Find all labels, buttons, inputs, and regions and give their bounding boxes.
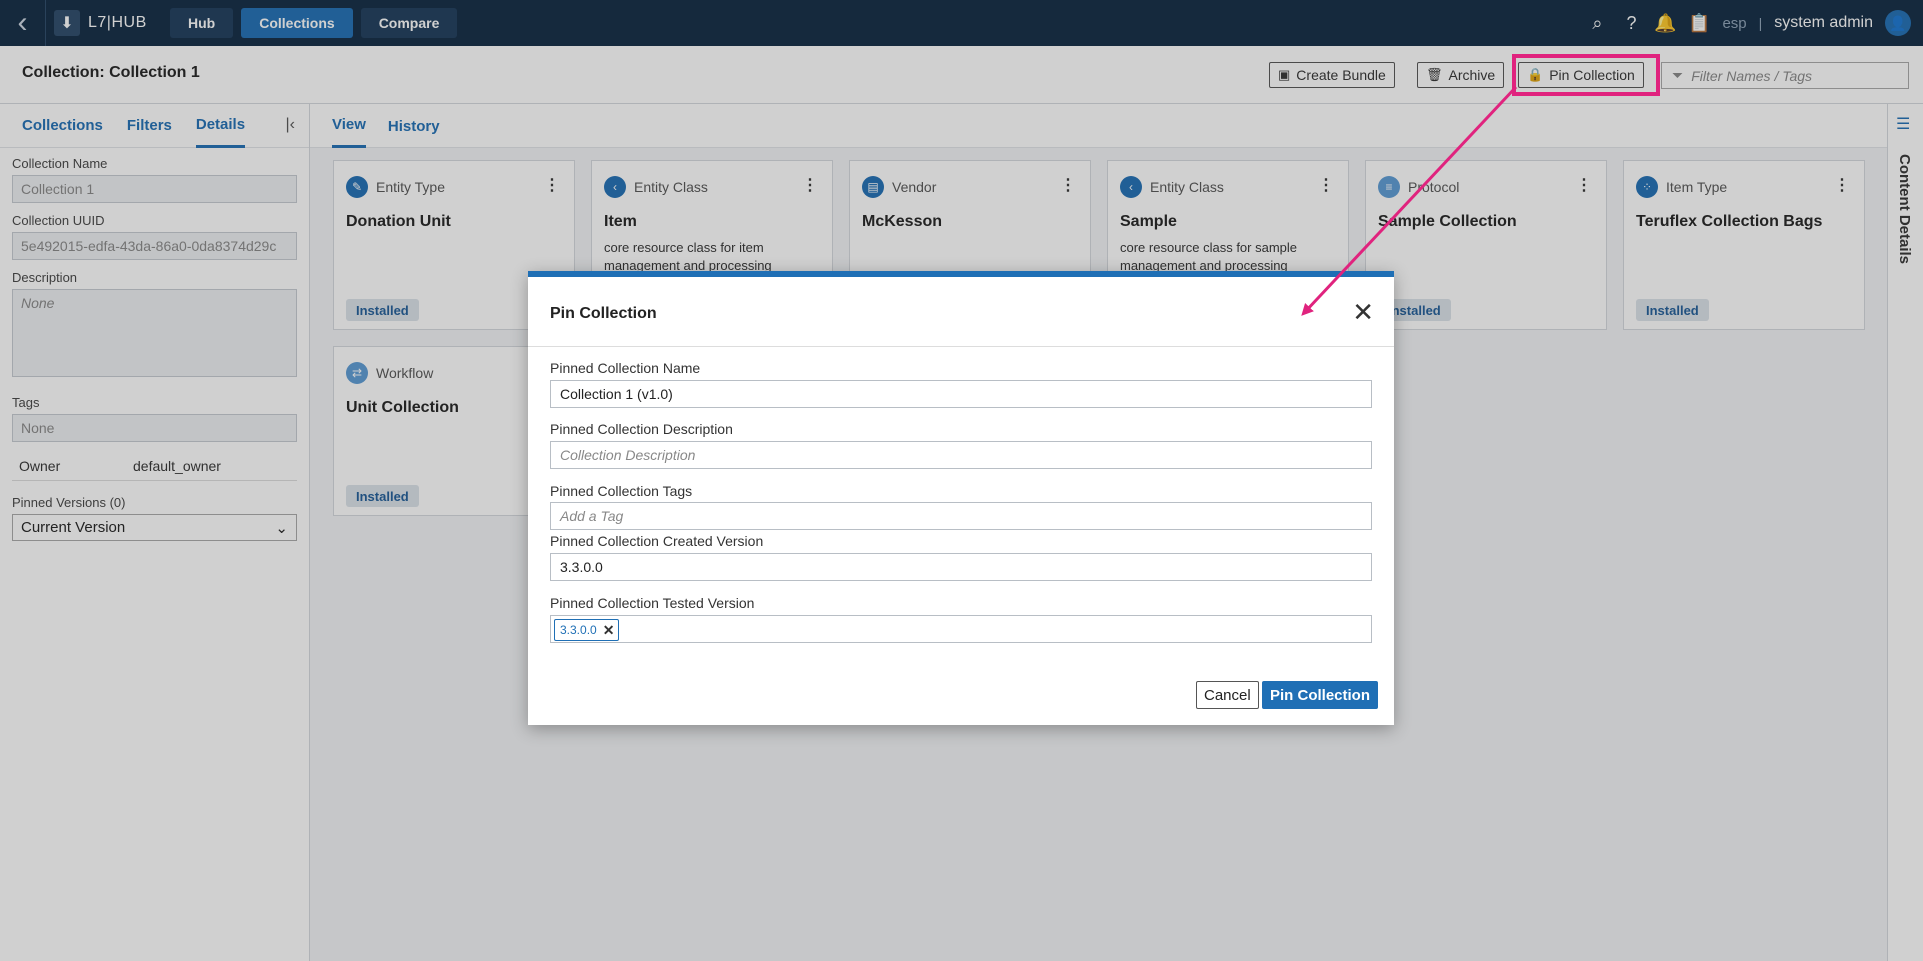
tested-version-label: Pinned Collection Tested Version [550,595,755,611]
pin-collection-submit-button[interactable]: Pin Collection [1262,681,1379,709]
annotation-highlight-box [1512,54,1660,96]
created-version-label: Pinned Collection Created Version [550,533,764,549]
version-chip: 3.3.0.0 ✕ [554,619,620,641]
created-version-input[interactable]: 3.3.0.0 [550,553,1372,581]
dialog-title: Pin Collection [550,305,657,322]
pinned-tags-input[interactable]: Add a Tag [550,502,1372,530]
pinned-tags-label: Pinned Collection Tags [550,483,693,499]
dialog-header: Pin Collection ✕ [528,277,1394,347]
pinned-description-label: Pinned Collection Description [550,421,733,437]
version-chip-label: 3.3.0.0 [560,623,597,637]
remove-chip-icon[interactable]: ✕ [603,622,615,639]
tested-version-input[interactable]: 3.3.0.0 ✕ [550,615,1372,643]
close-icon[interactable]: ✕ [1352,297,1374,328]
pin-collection-dialog: Pin Collection ✕ Pinned Collection Name … [528,271,1394,725]
pinned-name-label: Pinned Collection Name [550,360,701,376]
pinned-name-input[interactable]: Collection 1 (v1.0) [550,380,1372,408]
pinned-description-input[interactable]: Collection Description [550,441,1372,469]
cancel-button[interactable]: Cancel [1196,681,1259,709]
